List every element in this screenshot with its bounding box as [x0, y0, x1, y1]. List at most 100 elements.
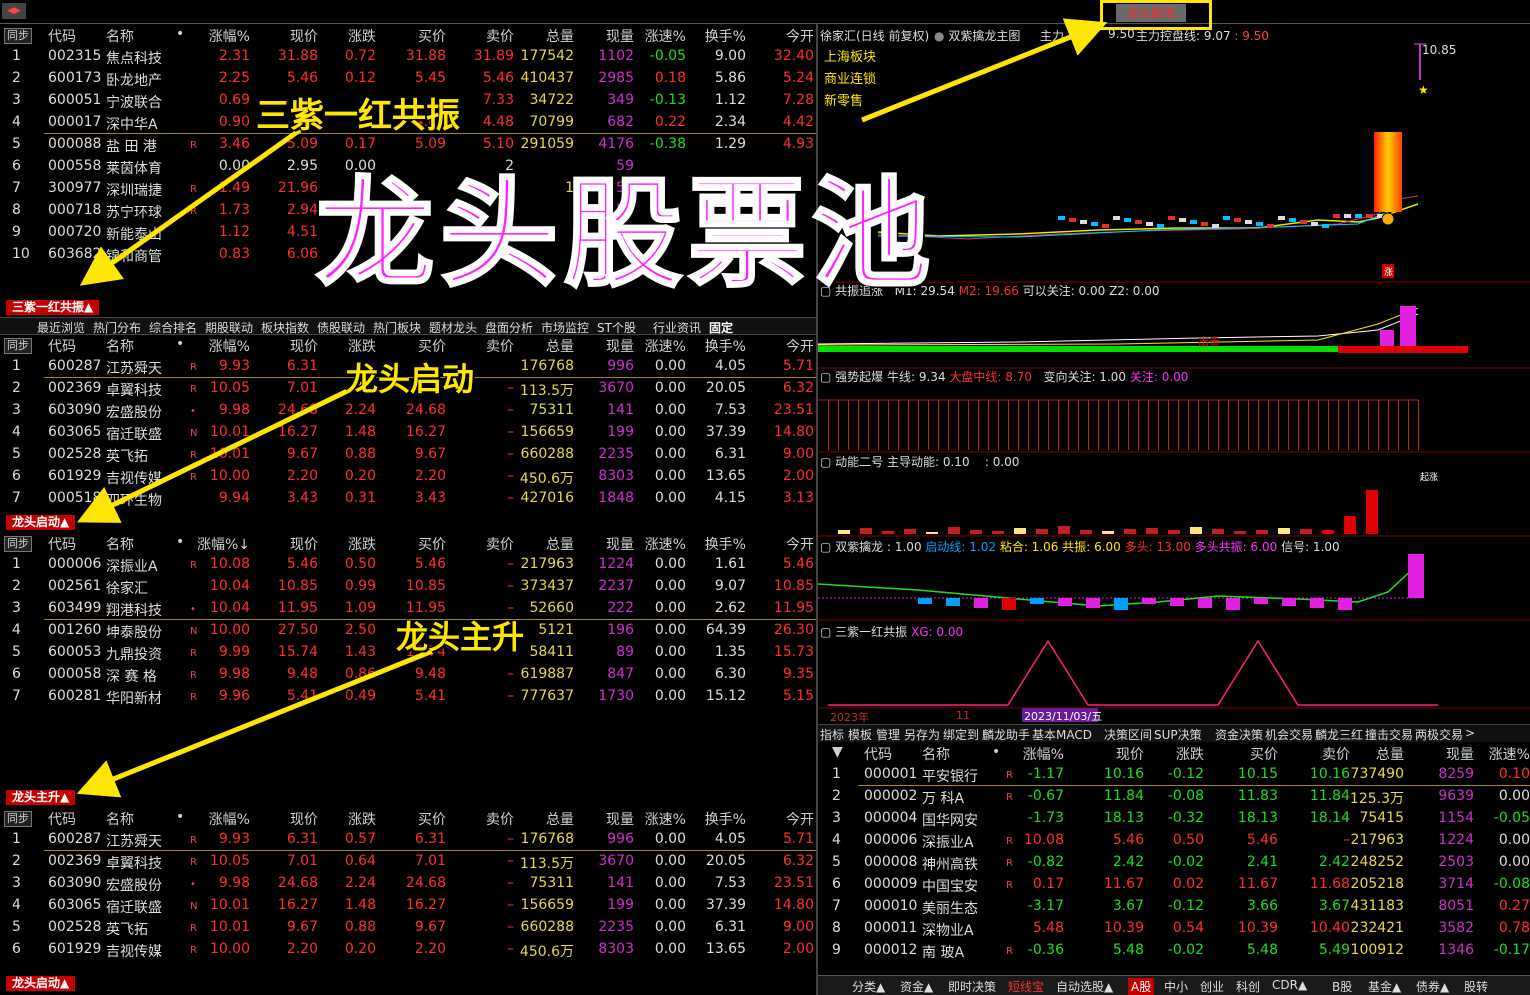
column-header-price[interactable]: 现价 [290, 809, 318, 829]
bottom-tab[interactable]: 自动选股▲ [1056, 978, 1113, 995]
column-header-spd[interactable]: 涨速% [645, 534, 686, 554]
sync-button[interactable]: 同步 [4, 536, 32, 552]
right-column-header-price[interactable]: 现价 [1116, 744, 1144, 764]
chart-toolbar-item[interactable]: 决策区间 [1104, 726, 1152, 743]
nav-tab[interactable]: 市场监控 [538, 319, 589, 336]
table-row[interactable]: 6 601929 吉视传媒 R 10.00 2.20 0.20 2.20 –450.6万 8303… [0, 939, 816, 961]
nav-tab[interactable]: 固定 [706, 319, 733, 336]
nav-tab[interactable]: 综合排名 [146, 319, 197, 336]
nav-tab[interactable]: 最近浏览 [34, 319, 85, 336]
table-row[interactable]: 4 603065 宿迁联盛 N 10.01 16.27 1.48 16.27 –156659 19… [0, 422, 816, 444]
chart-toolbar-item[interactable]: 机会交易 [1265, 726, 1313, 743]
column-header-chg[interactable]: 涨跌 [348, 809, 376, 829]
column-header-turn[interactable]: 换手% [705, 26, 746, 46]
column-header-code[interactable]: 代码 [48, 336, 76, 356]
column-header-turn[interactable]: 换手% [705, 809, 746, 829]
column-header-spd[interactable]: 涨速% [645, 809, 686, 829]
table-row[interactable]: 7 600281 华阳新材 R 9.96 5.41 0.49 5.41 –777637 1730 0… [0, 686, 816, 708]
nav-tab[interactable]: 板块指数 [258, 319, 309, 336]
column-header-bid[interactable]: 买价 [418, 336, 446, 356]
chart-toolbar-item[interactable]: 撞击交易 [1365, 726, 1413, 743]
column-header-open[interactable]: 今开 [786, 26, 814, 46]
chart-toolbar-item[interactable]: 基本MACD [1032, 726, 1092, 743]
column-header-bid[interactable]: 买价 [418, 26, 446, 46]
bottom-tab[interactable]: 创业 [1200, 978, 1224, 995]
column-header-name[interactable]: 名称 [106, 809, 134, 829]
chart-toolbar-item[interactable]: 指标 [820, 726, 844, 743]
right-column-header-ask[interactable]: 卖价 [1322, 744, 1350, 764]
table-row[interactable]: 5 002528 英飞拓 R 10.01 9.67 0.88 9.67 –660288 2235 0… [0, 444, 816, 466]
right-table-row[interactable]: 5 000008 神州高铁 R -0.82 2.42 -0.02 2.41 2.42 248252… [820, 852, 1530, 874]
right-column-header-now[interactable]: 现量 [1446, 744, 1474, 764]
right-table-row[interactable]: 4 000006 深振业A R 10.08 5.46 0.50 5.46 –217963 1224… [820, 830, 1530, 852]
chart-toolbar-item[interactable]: 模板 [848, 726, 872, 743]
right-table-row[interactable]: 9 000012 南 玻A R -0.36 5.48 -0.02 5.48 5.49 100912… [820, 940, 1530, 962]
column-header-open[interactable]: 今开 [786, 809, 814, 829]
bottom-tab[interactable]: 科创 [1236, 978, 1260, 995]
column-header-vol[interactable]: 总量 [546, 26, 574, 46]
section-tab-panel4[interactable]: 龙头启动▲ [6, 976, 76, 991]
right-column-header-chg[interactable]: 涨跌 [1176, 744, 1204, 764]
right-column-header-name[interactable]: 名称 [922, 744, 950, 764]
right-column-header-pct[interactable]: 涨幅% [1023, 744, 1064, 764]
table-row[interactable]: 5 002528 英飞拓 R 10.01 9.67 0.88 9.67 –660288 2235 0… [0, 917, 816, 939]
bottom-tab[interactable]: 中小 [1164, 978, 1188, 995]
sync-button[interactable]: 同步 [4, 28, 32, 44]
right-column-header-arrow[interactable]: ▼ [832, 744, 843, 760]
chart-indicator[interactable]: ● 双紫擒龙主图 [934, 27, 1020, 44]
column-header-price[interactable]: 现价 [290, 534, 318, 554]
section-tab-panel1[interactable]: 三紫一红共振▲ [6, 300, 100, 315]
nav-tab[interactable]: 债股联动 [314, 319, 365, 336]
right-column-header-code[interactable]: 代码 [864, 744, 892, 764]
table-row[interactable]: 3 603090 宏盛股份 • 9.98 24.68 2.24 24.68 –75311 141 0… [0, 873, 816, 895]
column-header-code[interactable]: 代码 [48, 26, 76, 46]
column-header-ask[interactable]: 卖价 [486, 534, 514, 554]
column-header-pct[interactable]: 涨幅% [209, 809, 250, 829]
right-table-row[interactable]: 2 000002 万 科A R -0.67 11.84 -0.08 11.83 11.84 125… [820, 786, 1530, 808]
bottom-tab[interactable]: CDR▲ [1272, 978, 1307, 992]
column-header-ask[interactable]: 卖价 [486, 336, 514, 356]
table-row[interactable]: 2 600173 卧龙地产 2.25 5.46 0.12 5.45 5.46 410437 298… [0, 68, 816, 90]
sync-button[interactable]: 同步 [4, 811, 32, 827]
column-header-open[interactable]: 今开 [786, 534, 814, 554]
bottom-tab[interactable]: 基金▲ [1368, 978, 1401, 995]
chart-toolbar-item[interactable]: 麟龙三红 [1315, 726, 1363, 743]
chart-toolbar-item[interactable]: 绑定到 [943, 726, 979, 743]
nav-tab[interactable]: 行业资讯 [650, 319, 701, 336]
nav-tab[interactable]: 题材龙头 [426, 319, 477, 336]
table-row[interactable]: 4 603065 宿迁联盛 N 10.01 16.27 1.48 16.27 –156659 19… [0, 895, 816, 917]
table-row[interactable]: 6 000058 深 赛 格 R 9.98 9.48 0.86 9.48 –619887 847 0… [0, 664, 816, 686]
nav-arrows[interactable]: ◀▶ [2, 3, 26, 19]
nav-tab[interactable]: ST个股 [594, 319, 636, 336]
table-row[interactable]: 2 002561 徐家汇 10.04 10.85 0.99 10.85 –373437 2237… [0, 576, 816, 598]
column-header-turn[interactable]: 换手% [705, 534, 746, 554]
bottom-tab[interactable]: A股 [1128, 978, 1155, 995]
column-header-vol[interactable]: 总量 [546, 336, 574, 356]
column-header-price[interactable]: 现价 [290, 26, 318, 46]
section-tab-panel3[interactable]: 龙头主升▲ [6, 790, 76, 805]
column-header-price[interactable]: 现价 [290, 336, 318, 356]
nav-tab[interactable]: 期股联动 [202, 319, 253, 336]
right-column-header-vol[interactable]: 总量 [1376, 744, 1404, 764]
column-header-ask[interactable]: 卖价 [486, 26, 514, 46]
nav-tab[interactable]: 热门分布 [90, 319, 141, 336]
column-header-pct[interactable]: 涨幅% [209, 26, 250, 46]
right-column-header-spd[interactable]: 涨速% [1489, 744, 1530, 764]
bottom-tab[interactable]: 股转 [1464, 978, 1488, 995]
chart-toolbar-item[interactable]: 资金决策 [1215, 726, 1263, 743]
right-column-header-bid[interactable]: 买价 [1250, 744, 1278, 764]
bottom-tab[interactable]: 短线宝 [1008, 978, 1044, 995]
right-table-row[interactable]: 8 000011 深物业A 5.48 10.39 0.54 10.39 10.40 232421… [820, 918, 1530, 940]
section-tab-panel2[interactable]: 龙头启动▲ [6, 515, 76, 530]
right-table-row[interactable]: 6 000009 中国宝安 R 0.17 11.67 0.02 11.67 11.68 20521… [820, 874, 1530, 896]
chart-toolbar-item[interactable]: SUP决策 [1154, 726, 1202, 743]
column-header-spd[interactable]: 涨速% [645, 336, 686, 356]
column-header-spd[interactable]: 涨速% [645, 26, 686, 46]
right-table-row[interactable]: 3 000004 国华网安 -1.73 18.13 -0.32 18.13 18.14 7541… [820, 808, 1530, 830]
column-header-open[interactable]: 今开 [786, 336, 814, 356]
column-header-chg[interactable]: 涨跌 [348, 336, 376, 356]
table-row[interactable]: 7 000518 四环生物 9.94 3.43 0.31 3.43 –427016 1848 0.… [0, 488, 816, 510]
chart-toolbar-item[interactable]: 另存为 [904, 726, 940, 743]
column-header-ask[interactable]: 卖价 [486, 809, 514, 829]
column-header-chg[interactable]: 涨跌 [348, 534, 376, 554]
